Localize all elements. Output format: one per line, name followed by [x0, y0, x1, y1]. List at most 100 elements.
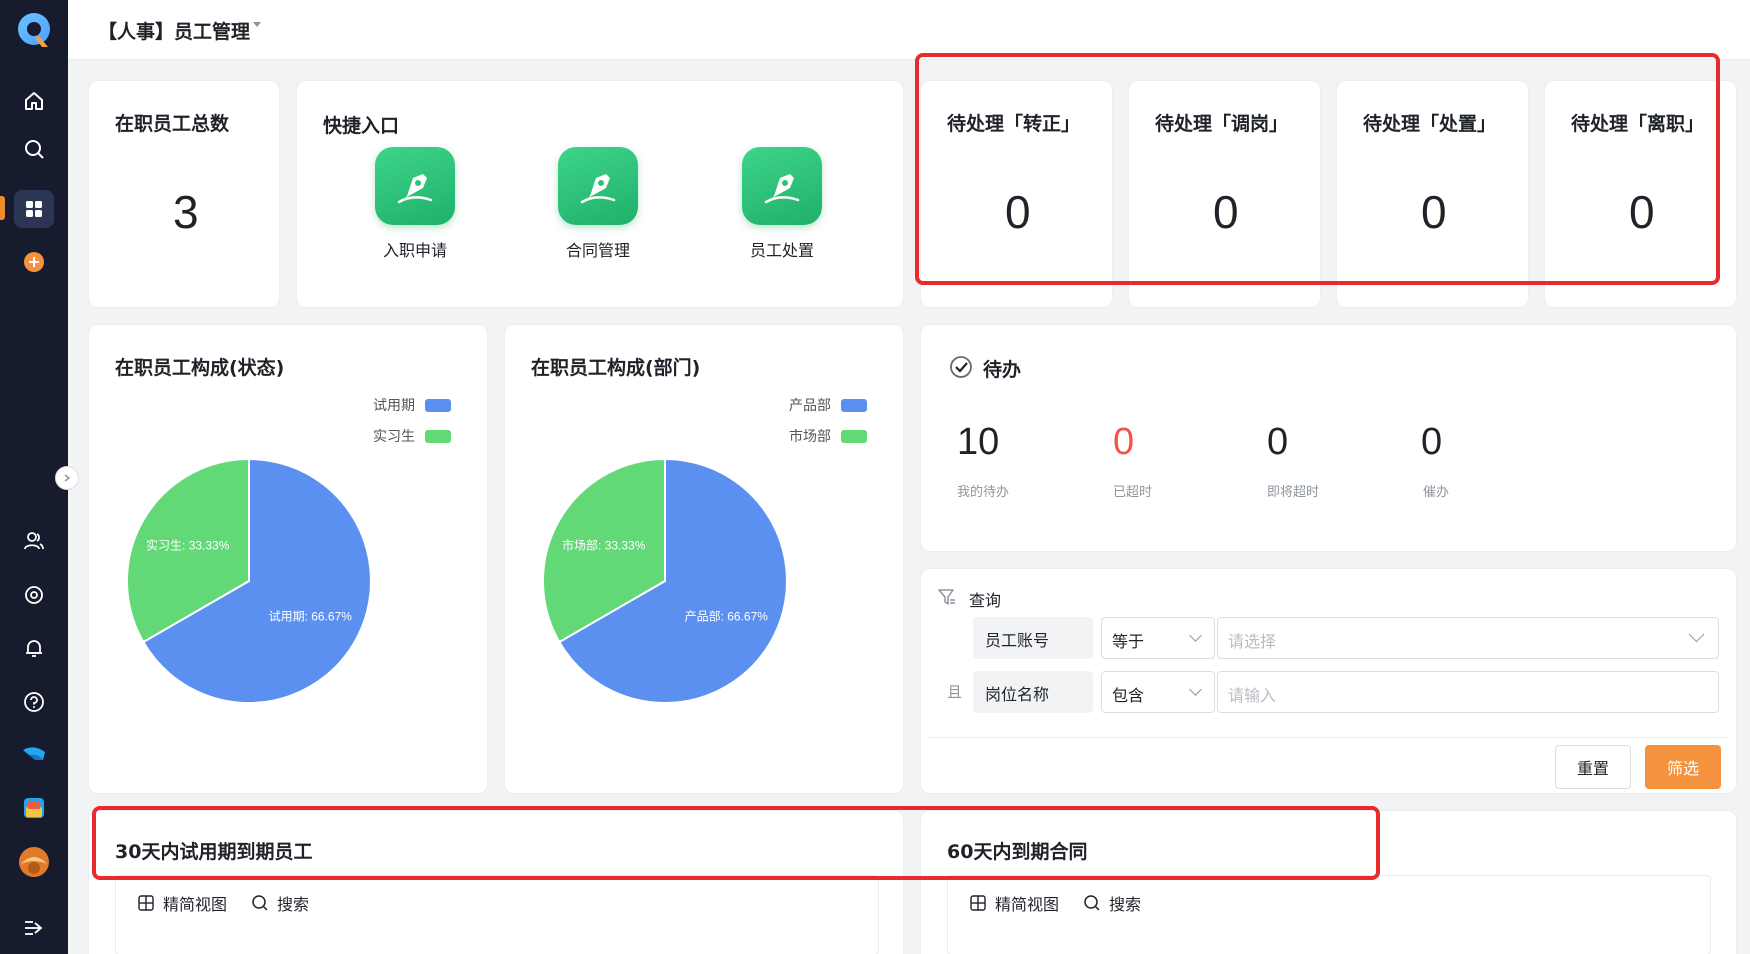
bell-icon[interactable] — [20, 634, 48, 662]
filter-icon — [938, 589, 955, 605]
topbar: 【人事】员工管理 — [68, 0, 1750, 60]
compact-view-button[interactable]: 精简视图 — [969, 891, 1059, 915]
legend-label: 市场部 — [789, 429, 831, 445]
status-pie-chart[interactable]: 试用期: 66.67% 实习生: 33.33% — [117, 449, 381, 713]
check-circle-icon — [950, 356, 972, 378]
probation-expiring-title: 30天内试用期到期员工 — [115, 841, 313, 863]
pie-slice-label: 试用期: 66.67% — [269, 608, 353, 623]
app-icon[interactable] — [20, 794, 48, 822]
search-button[interactable]: 搜索 — [1083, 891, 1141, 915]
legend-item[interactable]: 市场部 — [789, 426, 867, 446]
pen-icon[interactable] — [742, 147, 822, 225]
total-employees-value: 3 — [173, 186, 199, 238]
pen-icon[interactable] — [375, 147, 455, 225]
add-icon[interactable] — [20, 248, 48, 276]
filter-placeholder: 请输入 — [1228, 686, 1277, 705]
search-button[interactable]: 搜索 — [251, 891, 309, 915]
search-icon[interactable] — [20, 135, 48, 163]
pending-title: 待处理「离职」 — [1571, 113, 1705, 135]
apps-icon[interactable] — [20, 195, 48, 223]
table-container — [947, 875, 1711, 954]
pending-value: 0 — [1629, 186, 1655, 238]
status-pie-card: 在职员工构成(状态) 试用期 实习生 试用期: 66.67% 实习生: 33.33… — [88, 324, 488, 794]
compact-view-label: 精简视图 — [163, 895, 228, 914]
quick-entry-card: 快捷入口 入职申请 合同管理 员工处置 — [296, 80, 904, 308]
sidebar-collapse-handle[interactable] — [55, 466, 79, 490]
home-icon[interactable] — [20, 87, 48, 115]
help-icon[interactable] — [20, 688, 48, 716]
query-card: 查询 员工账号 等于 请选择 且 岗位名称 包含 请输入 重置 筛选 — [920, 568, 1737, 794]
pending-card-disposition[interactable]: 待处理「处置」 0 — [1336, 80, 1529, 308]
legend-item[interactable]: 产品部 — [789, 395, 867, 415]
search-icon — [1084, 895, 1100, 911]
pending-card-resignation[interactable]: 待处理「离职」 0 — [1544, 80, 1737, 308]
filter-value-input[interactable]: 请输入 — [1217, 671, 1719, 713]
title-dropdown-icon[interactable] — [253, 22, 261, 27]
pending-value: 0 — [1421, 186, 1447, 238]
total-employees-title: 在职员工总数 — [115, 113, 230, 135]
legend-label: 试用期 — [373, 398, 415, 414]
filter-field-position[interactable]: 岗位名称 — [973, 671, 1093, 713]
search-label: 搜索 — [277, 895, 310, 914]
expand-icon[interactable] — [20, 914, 48, 942]
probation-expiring-card: 30天内试用期到期员工 精简视图 搜索 — [88, 810, 904, 954]
todo-due-soon-label: 即将超时 — [1267, 485, 1320, 500]
contract-expiring-title: 60天内到期合同 — [947, 841, 1088, 863]
todo-due-soon-value[interactable]: 0 — [1267, 421, 1288, 464]
pending-card-regularization[interactable]: 待处理「转正」 0 — [920, 80, 1113, 308]
chart-title: 在职员工构成(状态) — [115, 357, 285, 379]
legend-label: 实习生 — [373, 429, 415, 445]
search-icon — [252, 895, 268, 911]
total-employees-card: 在职员工总数 3 — [88, 80, 280, 308]
todo-urge-value[interactable]: 0 — [1421, 421, 1442, 464]
todo-overdue-value[interactable]: 0 — [1113, 421, 1134, 464]
grid-icon — [970, 895, 986, 911]
logo-icon[interactable] — [15, 10, 53, 50]
pending-title: 待处理「调岗」 — [1155, 113, 1289, 135]
divider — [929, 737, 1729, 738]
pen-icon[interactable] — [558, 147, 638, 225]
settings-icon[interactable] — [20, 581, 48, 609]
page-title[interactable]: 【人事】员工管理 — [98, 17, 250, 44]
search-label: 搜索 — [1109, 895, 1142, 914]
compact-view-button[interactable]: 精简视图 — [137, 891, 227, 915]
filter-field-account[interactable]: 员工账号 — [973, 617, 1093, 659]
todo-overdue-label: 已超时 — [1113, 485, 1153, 500]
chart-title: 在职员工构成(部门) — [531, 357, 701, 379]
quick-entry-disposition-label[interactable]: 员工处置 — [722, 237, 842, 261]
filter-value-select[interactable]: 请选择 — [1217, 617, 1719, 659]
avatar[interactable] — [18, 846, 50, 878]
quick-entry-contract-label[interactable]: 合同管理 — [538, 237, 658, 261]
legend-swatch — [841, 429, 867, 443]
pie-slice-label: 实习生: 33.33% — [146, 538, 230, 553]
contract-expiring-card: 60天内到期合同 精简视图 搜索 — [920, 810, 1737, 954]
brand-icon[interactable] — [20, 741, 48, 769]
pending-card-transfer[interactable]: 待处理「调岗」 0 — [1128, 80, 1321, 308]
pie-slice-label: 市场部: 33.33% — [562, 538, 646, 553]
department-pie-chart[interactable]: 产品部: 66.67% 市场部: 33.33% — [533, 449, 797, 713]
todo-my-value[interactable]: 10 — [957, 421, 999, 464]
compact-view-label: 精简视图 — [995, 895, 1060, 914]
filter-button[interactable]: 筛选 — [1645, 745, 1721, 789]
legend-item[interactable]: 实习生 — [373, 426, 451, 446]
pie-slice-label: 产品部: 66.67% — [685, 608, 769, 623]
table-container — [115, 875, 879, 954]
users-icon[interactable] — [20, 527, 48, 555]
legend-swatch — [841, 398, 867, 412]
legend-label: 产品部 — [789, 398, 831, 414]
reset-button[interactable]: 重置 — [1555, 745, 1631, 789]
legend-item[interactable]: 试用期 — [373, 395, 451, 415]
active-indicator — [0, 196, 5, 220]
department-pie-card: 在职员工构成(部门) 产品部 市场部 产品部: 66.67% 市场部: 33.33… — [504, 324, 904, 794]
legend-swatch — [425, 398, 451, 412]
quick-entry-onboarding-label[interactable]: 入职申请 — [355, 237, 475, 261]
pending-value: 0 — [1005, 186, 1031, 238]
filter-operator-value: 包含 — [1112, 686, 1145, 705]
todo-title: 待办 — [983, 359, 1022, 381]
filter-connector[interactable]: 且 — [947, 681, 962, 702]
quick-entry-title: 快捷入口 — [323, 115, 400, 137]
pending-title: 待处理「转正」 — [947, 113, 1081, 135]
filter-operator-value: 等于 — [1112, 632, 1145, 651]
query-title: 查询 — [969, 591, 1002, 610]
filter-placeholder: 请选择 — [1228, 632, 1277, 651]
